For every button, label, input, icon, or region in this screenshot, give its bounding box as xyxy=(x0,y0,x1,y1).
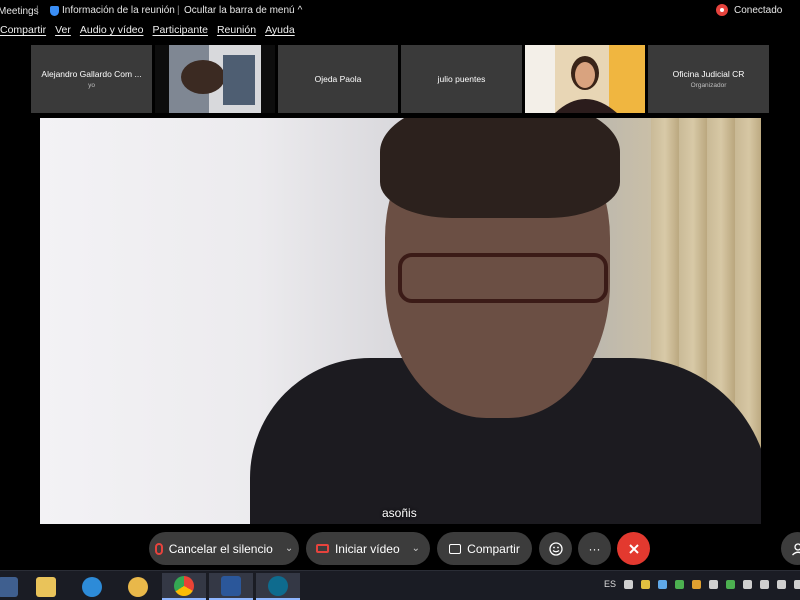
internet-explorer-icon xyxy=(82,576,102,597)
separator: | xyxy=(36,5,39,16)
tray-icon[interactable] xyxy=(641,579,651,589)
hide-menu-label: Ocultar la barra de menú xyxy=(184,5,295,16)
start-video-label: Iniciar vídeo xyxy=(334,541,400,556)
taskbar-app[interactable] xyxy=(209,573,253,600)
paint-icon xyxy=(128,576,148,597)
participant-name: julio puentes xyxy=(437,74,486,84)
meeting-topbar: Meetings | Información de la reunión | O… xyxy=(0,0,800,22)
recording-icon xyxy=(716,4,728,16)
bluetooth-icon[interactable] xyxy=(794,579,800,589)
participant-tile[interactable]: Ojeda Paola xyxy=(278,45,398,113)
menu-participante[interactable]: Participante xyxy=(153,24,208,42)
leave-meeting-button[interactable] xyxy=(617,532,650,565)
participant-video xyxy=(525,45,645,113)
participant-role: Organizador xyxy=(690,82,727,89)
separator: | xyxy=(177,5,180,16)
unmute-label: Cancelar el silencio xyxy=(168,541,273,556)
meeting-controls: Cancelar el silencio ⌄ Iniciar vídeo ⌄ C… xyxy=(0,532,800,566)
participant-name: Alejandro Gallardo Com ... xyxy=(41,69,142,79)
tray-icon[interactable] xyxy=(624,579,634,589)
camera-off-icon xyxy=(315,544,329,553)
app-icon xyxy=(0,576,18,597)
tray-icon[interactable] xyxy=(743,579,753,589)
speaker-name-label: asoñis xyxy=(382,506,417,520)
taskbar-app[interactable] xyxy=(70,573,114,600)
share-button[interactable]: Compartir xyxy=(437,532,532,565)
smiley-icon xyxy=(548,541,563,556)
meeting-info-label: Información de la reunión xyxy=(62,5,175,16)
person-icon xyxy=(791,542,800,555)
participant-video-tile[interactable] xyxy=(525,45,645,113)
menu-ayuda[interactable]: Ayuda xyxy=(265,24,295,42)
menu-audio-video[interactable]: Audio y vídeo xyxy=(80,24,144,42)
menu-ver[interactable]: Ver xyxy=(55,24,71,42)
network-icon[interactable] xyxy=(777,579,787,589)
participant-tile[interactable]: Oficina Judicial CR Organizador xyxy=(648,45,769,113)
tray-icon[interactable] xyxy=(658,579,668,589)
taskbar-app[interactable] xyxy=(24,573,68,600)
os-taskbar: ES xyxy=(0,570,800,600)
language-indicator[interactable]: ES xyxy=(604,579,616,589)
system-tray: ES xyxy=(604,579,800,589)
file-explorer-icon xyxy=(36,576,56,597)
participant-tile[interactable]: Alejandro Gallardo Com ... yo xyxy=(31,45,152,113)
volume-icon[interactable] xyxy=(760,579,770,589)
speaker-hair xyxy=(380,118,620,218)
chevron-up-icon: ^ xyxy=(297,5,303,16)
tray-icon[interactable] xyxy=(675,579,685,589)
taskbar-app[interactable] xyxy=(116,573,160,600)
chrome-icon xyxy=(174,575,194,596)
chevron-down-icon[interactable]: ⌄ xyxy=(285,543,293,554)
webex-icon xyxy=(268,575,288,596)
taskbar-app[interactable] xyxy=(162,573,206,600)
menu-bar: Compartir Ver Audio y vídeo Participante… xyxy=(0,24,295,42)
tray-icon[interactable] xyxy=(726,579,736,589)
menu-reunion[interactable]: Reunión xyxy=(217,24,256,42)
hide-menu-button[interactable]: Ocultar la barra de menú ^ xyxy=(184,5,302,16)
tray-icon[interactable] xyxy=(709,579,719,589)
participant-role: yo xyxy=(88,82,95,89)
chevron-down-icon[interactable]: ⌄ xyxy=(412,543,420,554)
more-icon: ··· xyxy=(588,541,601,556)
tray-icon[interactable] xyxy=(692,579,702,589)
participant-name: Ojeda Paola xyxy=(314,74,362,84)
meeting-info-button[interactable]: Información de la reunión xyxy=(50,5,175,16)
participant-name: Oficina Judicial CR xyxy=(672,69,745,79)
start-video-button[interactable]: Iniciar vídeo ⌄ xyxy=(306,532,430,565)
status-label: Conectado xyxy=(734,4,783,16)
active-speaker-video: asoñis xyxy=(40,118,761,524)
microphone-muted-icon xyxy=(154,542,163,555)
close-icon xyxy=(628,543,639,554)
participants-panel-button[interactable] xyxy=(781,532,800,565)
unmute-button[interactable]: Cancelar el silencio ⌄ xyxy=(149,532,299,565)
more-options-button[interactable]: ··· xyxy=(578,532,611,565)
menu-compartir[interactable]: Compartir xyxy=(0,24,46,42)
participant-video xyxy=(155,45,275,113)
participant-tile[interactable]: julio puentes xyxy=(401,45,522,113)
shield-icon xyxy=(50,5,59,16)
participant-video-tile[interactable] xyxy=(155,45,275,113)
word-icon xyxy=(221,575,241,596)
taskbar-app[interactable] xyxy=(256,573,300,600)
app-title: Meetings xyxy=(0,6,39,17)
share-icon xyxy=(449,543,462,554)
share-label: Compartir xyxy=(467,541,520,556)
reactions-button[interactable] xyxy=(539,532,572,565)
participant-strip: Alejandro Gallardo Com ... yo Ojeda Paol… xyxy=(0,45,800,113)
speaker-glasses xyxy=(398,253,608,303)
connection-status: Conectado xyxy=(716,4,782,16)
